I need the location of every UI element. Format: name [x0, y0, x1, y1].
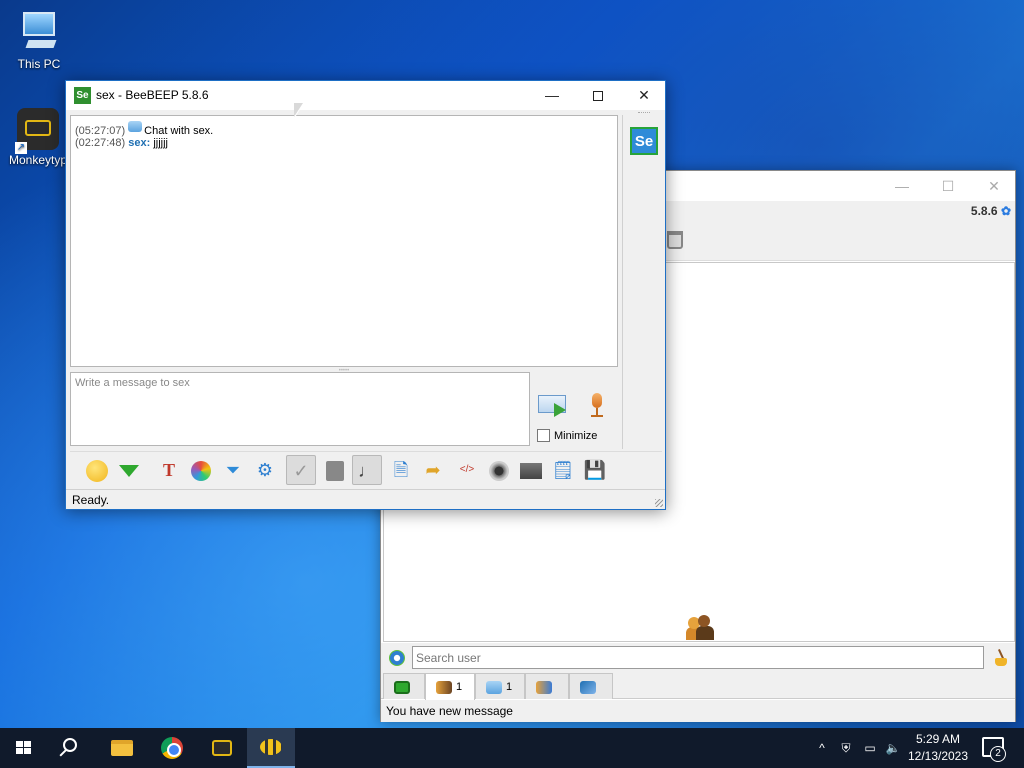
message-time: (05:27:07): [75, 125, 126, 137]
chat-tab-icon: [486, 680, 502, 694]
close-button[interactable]: ✕: [621, 81, 667, 110]
app-icon: Se: [74, 87, 91, 104]
monkeytype-icon: [212, 740, 232, 756]
tab-home[interactable]: [383, 673, 425, 699]
tab-groups[interactable]: [525, 673, 569, 699]
screenshot-icon[interactable]: [484, 455, 514, 485]
chat-status-bar: Ready.: [66, 489, 665, 510]
minimize-button[interactable]: —: [879, 171, 925, 201]
resize-grip[interactable]: [655, 499, 663, 507]
clock[interactable]: 5:29 AM 12/13/2023: [902, 731, 974, 765]
tab-files[interactable]: [569, 673, 613, 699]
desktop-icon-this-pc[interactable]: This PC: [1, 10, 77, 71]
minimize-button[interactable]: —: [529, 81, 575, 110]
bee-icon: [260, 739, 282, 755]
save-chat-icon[interactable]: 💾: [580, 455, 610, 485]
dictionary-icon[interactable]: [320, 455, 350, 485]
message-input[interactable]: [70, 372, 530, 446]
tab-chats[interactable]: 1: [475, 673, 525, 699]
message-text: jjjjjj: [153, 137, 168, 149]
network-icon[interactable]: ▭: [860, 728, 880, 768]
clear-search-icon[interactable]: [993, 649, 1007, 667]
microphone-icon: [592, 393, 602, 408]
settings-gear-icon[interactable]: ⚙: [250, 455, 280, 485]
save-as-icon[interactable]: 🗒: [548, 455, 578, 485]
tab-count: 1: [506, 681, 513, 693]
user-avatar[interactable]: Se: [630, 127, 658, 155]
computer-icon: [17, 10, 61, 54]
tab-users[interactable]: 1: [425, 673, 475, 700]
windows-icon: [16, 741, 32, 755]
minimize-label: Minimize: [554, 430, 598, 442]
security-icon[interactable]: ⛨: [836, 728, 856, 768]
message-time: (02:27:48): [75, 137, 126, 149]
groups-tab-icon: [536, 680, 552, 694]
files-tab-icon: [580, 680, 596, 694]
trash-icon[interactable]: [667, 231, 683, 249]
window-title: sex - BeeBEEP 5.8.6: [96, 88, 209, 102]
maximize-button[interactable]: ☐: [925, 171, 971, 201]
voice-message-button[interactable]: [586, 391, 608, 421]
chat-history[interactable]: (05:27:07) Chat with sex. (02:27:48) sex:…: [70, 115, 618, 367]
users-icon: [686, 615, 716, 641]
chat-title-bar[interactable]: Se sex - BeeBEEP 5.8.6 — ✕: [66, 81, 665, 110]
maximize-button[interactable]: [575, 81, 621, 110]
message-text: Chat with sex.: [144, 125, 214, 137]
screen-share-icon[interactable]: [516, 455, 546, 485]
notification-count: 2: [990, 746, 1006, 762]
chat-window: Se sex - BeeBEEP 5.8.6 — ✕ (05:27:07) Cha…: [65, 80, 666, 510]
desktop-icon-label: This PC: [17, 57, 61, 71]
search-icon: [63, 738, 77, 752]
buzz-sound-icon[interactable]: ♩: [352, 455, 382, 485]
taskbar-chrome[interactable]: [148, 728, 196, 768]
close-button[interactable]: ✕: [971, 171, 1017, 201]
folder-icon: [111, 740, 133, 756]
taskbar: ^ ⛨ ▭ 🔈 5:29 AM 12/13/2023 2: [0, 728, 1024, 768]
font-icon[interactable]: T: [154, 455, 184, 485]
screen-icon: [394, 680, 410, 694]
tab-count: 1: [456, 681, 463, 693]
monkeytype-icon: ↗: [15, 108, 59, 154]
send-folder-icon[interactable]: ➦: [418, 455, 448, 485]
taskbar-beebeep[interactable]: [247, 728, 295, 768]
emoticon-menu-icon[interactable]: [114, 455, 144, 485]
clock-time: 5:29 AM: [915, 732, 961, 746]
main-status-bar: You have new message: [381, 700, 1015, 722]
chat-bubble-icon: [128, 121, 143, 132]
chat-message: (05:27:07) Chat with sex.: [75, 121, 613, 137]
user-side-panel: [622, 115, 662, 449]
emoticon-icon[interactable]: [82, 455, 112, 485]
clock-date: 12/13/2023: [907, 749, 969, 763]
chevron-up-icon[interactable]: ^: [812, 728, 832, 768]
start-button[interactable]: [0, 728, 48, 768]
taskbar-monkeytype[interactable]: [198, 728, 246, 768]
message-sender: sex:: [128, 137, 151, 149]
filter-icon[interactable]: ⏷: [218, 455, 248, 485]
chat-toolbar: T ⏷ ⚙ ✓ ♩ 🗎 ➦ </> 🗒 💾: [70, 451, 662, 487]
mouse-cursor: [294, 103, 304, 119]
send-button[interactable]: [536, 389, 570, 419]
send-file-icon[interactable]: 🗎: [386, 455, 416, 485]
chat-message: (02:27:48) sex: jjjjjj: [75, 137, 613, 150]
search-options-icon[interactable]: [389, 650, 405, 666]
main-tabs: 1 1: [381, 673, 1015, 700]
search-button[interactable]: [48, 728, 96, 768]
users-tab-icon: [436, 680, 452, 694]
search-bar: [381, 643, 1015, 673]
beebeep-icon: ✿: [1000, 204, 1011, 218]
chrome-icon: [161, 737, 183, 759]
color-palette-icon[interactable]: [186, 455, 216, 485]
panel-grip[interactable]: [638, 112, 650, 114]
taskbar-file-explorer[interactable]: [98, 728, 146, 768]
code-icon[interactable]: </>: [452, 455, 482, 485]
minimize-checkbox[interactable]: [537, 429, 550, 442]
search-user-input[interactable]: [412, 646, 984, 669]
spellcheck-icon[interactable]: ✓: [286, 455, 316, 485]
volume-muted-icon[interactable]: 🔈: [884, 728, 902, 768]
